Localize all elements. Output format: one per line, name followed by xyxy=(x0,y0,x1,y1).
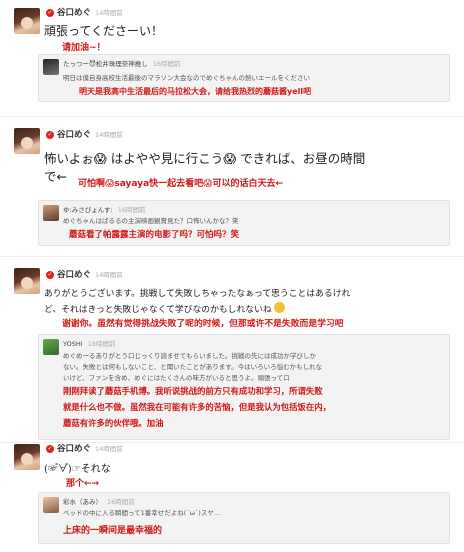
reply-translation: 蘑菇看了帕露露主演的电影了吗？可怕吗？笑 xyxy=(69,230,240,240)
user-avatar[interactable] xyxy=(14,128,40,154)
username[interactable]: ✓ 谷口めぐ 14時間前 xyxy=(46,6,123,18)
reply-avatar[interactable] xyxy=(43,59,59,75)
verified-icon: ✓ xyxy=(46,271,54,279)
verified-icon: ✓ xyxy=(46,9,54,17)
comment-text: (☞゚∀゚)☞それな xyxy=(44,464,111,475)
reply-card[interactable]: たっつー😈松井珠理奈神推し 16時間前 明日は僕自身高校生活最後のマラソン大会なの… xyxy=(38,54,450,102)
reply-card[interactable]: ゆ:みさぴょんす: 16時間前 めぐちゃんはばるるの主演映画観賞見た？口怖いんかな… xyxy=(38,200,450,246)
reply-text-line-2: ない。失敗とは何もしないこと、と聞いたことがあります。今はいろいろ悩むかもしれな xyxy=(63,363,323,371)
comment-text-line-1: 怖いよぉ😱 はよやや見に行こう😱 できれば、お昼の時間 xyxy=(44,151,366,166)
timestamp: 14時間前 xyxy=(95,271,123,279)
timestamp: 14時間前 xyxy=(95,131,123,139)
user-avatar[interactable] xyxy=(14,8,40,34)
timestamp: 14時間前 xyxy=(95,9,123,17)
reply-username: YOSHI 18時間前 xyxy=(63,340,116,348)
translation-text: 谢谢你。虽然有觉得挑战失败了呢的时候，但那或许不是失败而是学习吧 xyxy=(62,319,344,329)
reply-text: 明日は僕自身高校生活最後のマラソン大会なのでめぐちゃんの熱いエールをください xyxy=(63,74,310,82)
reply-avatar[interactable] xyxy=(43,339,59,355)
user-avatar[interactable] xyxy=(14,268,40,294)
reply-avatar[interactable] xyxy=(43,497,59,513)
reply-username: ゆ:みさぴょんす: 16時間前 xyxy=(63,206,146,214)
divider xyxy=(0,116,464,117)
username[interactable]: ✓ 谷口めぐ 14時間前 xyxy=(46,268,123,280)
comment-text-line-2: ど、それはきっと失敗じゃなくて学びなのかもしれないね xyxy=(44,302,286,315)
verified-icon: ✓ xyxy=(46,445,54,453)
translation-text: 可怕啊😱sayaya快一起去看吧😱可以的话白天去← xyxy=(78,179,284,189)
reply-translation-line-2: 就是什么也不做。虽然我在可能有许多的苦恼，但是我认为包括饭在内， xyxy=(63,402,331,412)
reply-text: めぐちゃんはばるるの主演映画観賞見た？口怖いんかな？笑 xyxy=(63,217,239,225)
reply-text-line-1: めぐめーるありがとう口じっくり読ませてもらいました。挑戦の先には成功か学びしか xyxy=(63,352,316,360)
reply-username: たっつー😈松井珠理奈神推し 16時間前 xyxy=(63,60,181,68)
translation-text: 请加油~！ xyxy=(62,43,106,53)
reply-text-line-3: いけど、ファンを含め、めぐにはたくさんの味方がいると思うよ。頑張って口 xyxy=(63,374,290,382)
reply-card[interactable]: 彩水（あみ） 16時間前 ベッドの中に入る瞬間って1番幸せだよね(´ω`)スヤ… … xyxy=(38,492,450,544)
username[interactable]: ✓ 谷口めぐ 14時間前 xyxy=(46,128,123,140)
reply-card[interactable]: YOSHI 18時間前 めぐめーるありがとう口じっくり読ませてもらいました。挑戦の… xyxy=(38,334,450,440)
reply-avatar[interactable] xyxy=(43,205,59,221)
reply-translation: 明天是我高中生活最后的马拉松大会，请给我热烈的蘑菇酱yell吧 xyxy=(79,87,312,96)
username[interactable]: ✓ 谷口めぐ 14時間前 xyxy=(46,442,123,454)
comment-text-line-2: で← xyxy=(44,169,67,184)
user-avatar[interactable] xyxy=(14,444,40,470)
timestamp: 14時間前 xyxy=(95,445,123,453)
reply-translation-line-1: 刚刚拜读了蘑菇手机博。我听说挑战的前方只有成功和学习，所谓失败 xyxy=(63,386,323,396)
translation-text: 那个←→ xyxy=(66,479,100,489)
reply-text: ベッドの中に入る瞬間って1番幸せだよね(´ω`)スヤ… xyxy=(63,509,221,517)
comment-text-line-1: ありがとうございます。挑戦して失敗しちゃったなぁって思うことはあるけれ xyxy=(44,289,351,299)
smile-emoji-icon xyxy=(274,302,286,313)
verified-icon: ✓ xyxy=(46,131,54,139)
divider xyxy=(0,256,464,257)
reply-username: 彩水（あみ） 16時間前 xyxy=(63,498,135,506)
comment-text: 頑張ってくださーい！ xyxy=(44,24,164,38)
reply-translation-line-3: 蘑菇有许多的伙伴哦。加油 xyxy=(63,418,164,428)
reply-translation: 上床的一瞬间是最幸福的 xyxy=(63,526,163,536)
